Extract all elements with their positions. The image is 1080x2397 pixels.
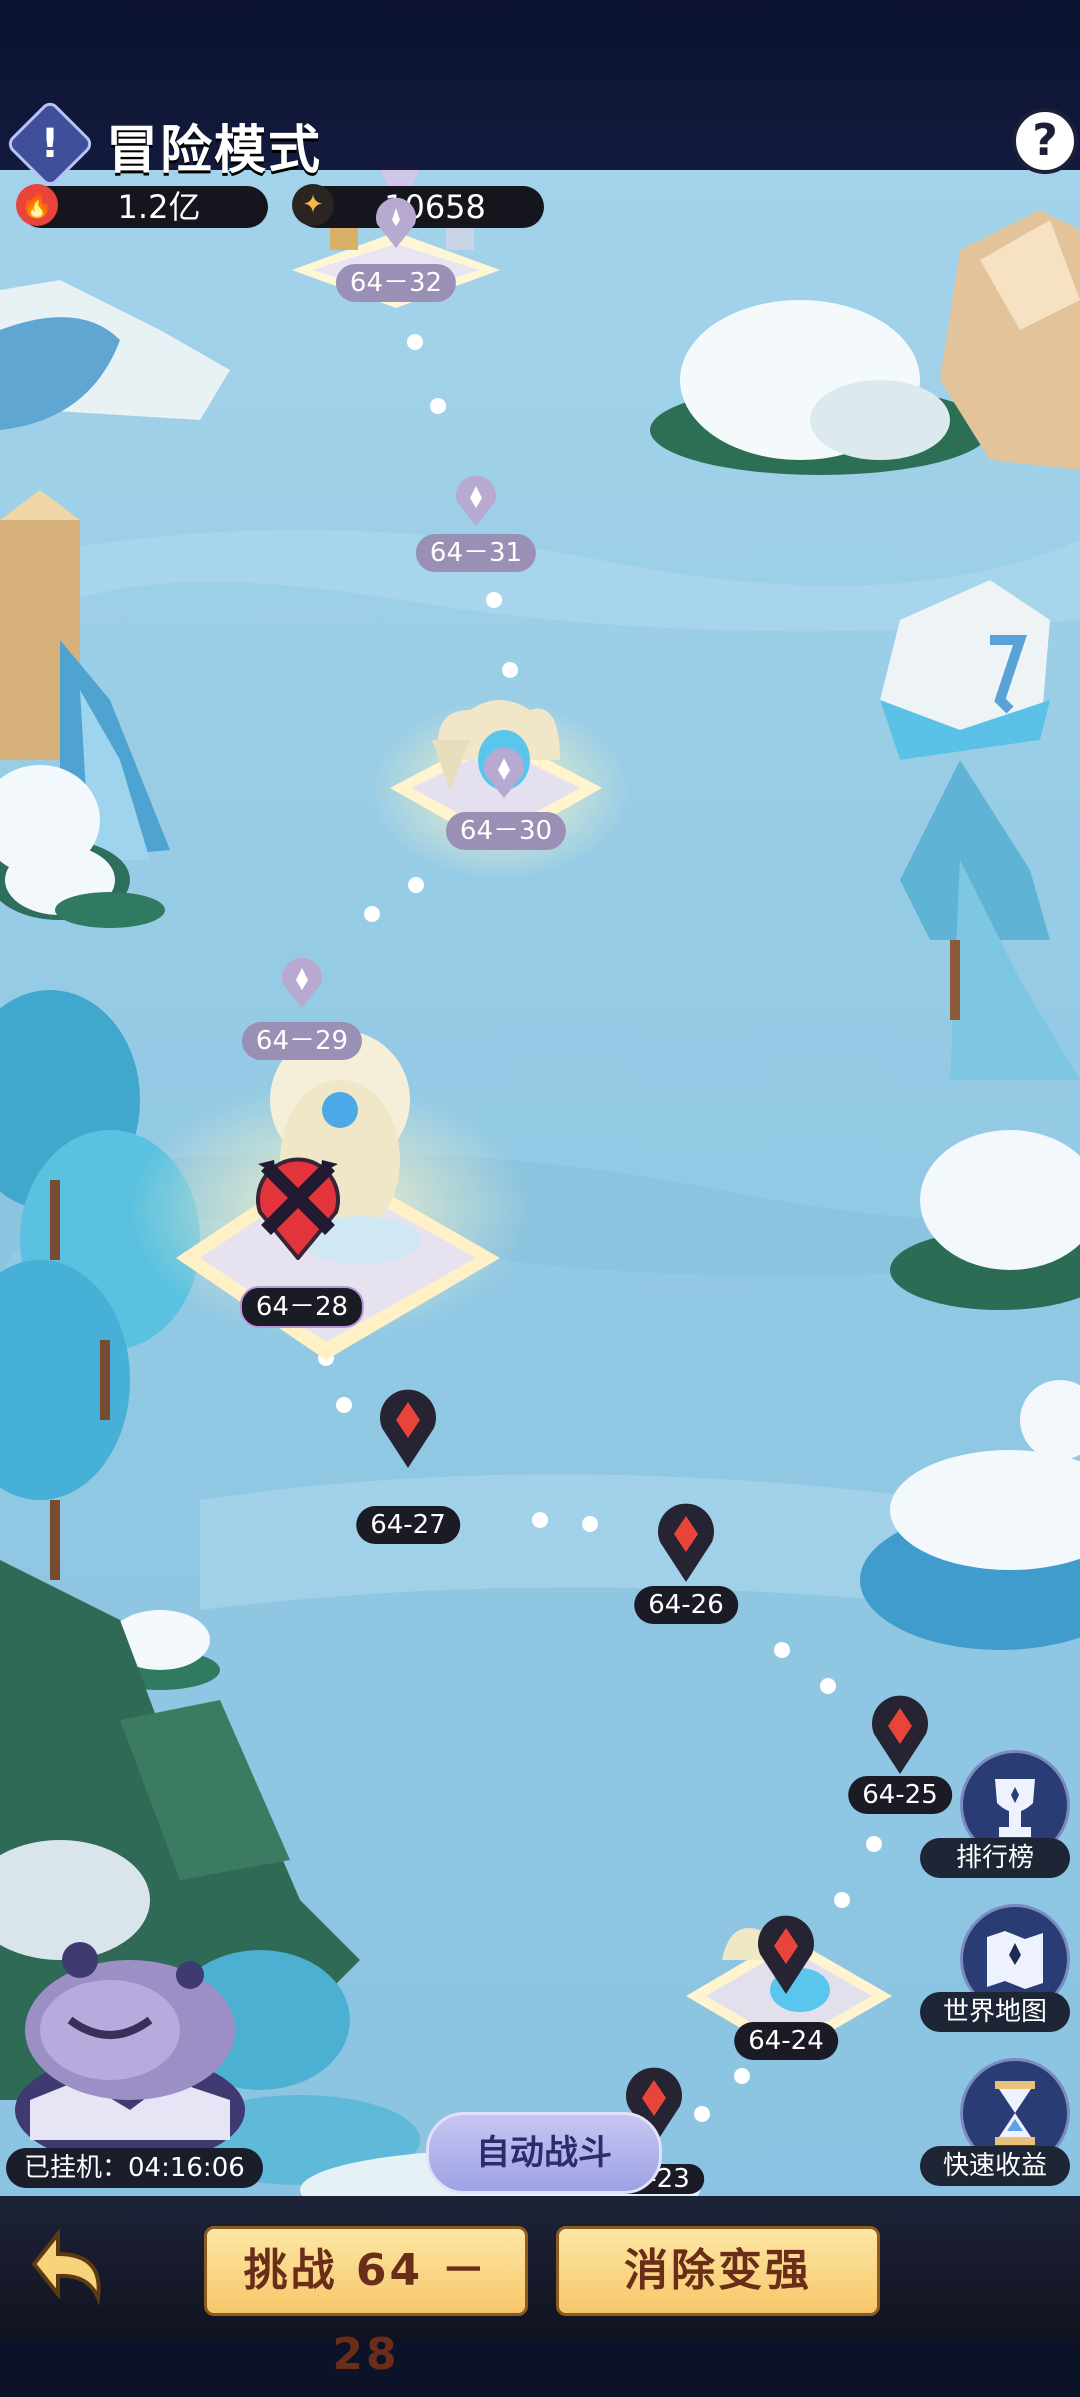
resource-power: 🔥 1.2亿: [16, 184, 268, 228]
stage-pin-locked[interactable]: [449, 474, 503, 528]
stage-label-64-29[interactable]: 64－29: [241, 1022, 363, 1060]
stage-label-64-25[interactable]: 64-25: [848, 1776, 952, 1814]
bottom-bar: [0, 2196, 1080, 2340]
help-button[interactable]: ?: [1012, 108, 1078, 174]
ranking-label: 排行榜: [920, 1838, 1070, 1878]
upgrade-button[interactable]: 消除变强: [556, 2226, 880, 2316]
stage-pin-locked[interactable]: [369, 196, 423, 250]
star-crystal-icon: ✦: [292, 184, 334, 226]
stage-pin-cleared[interactable]: [754, 1912, 818, 1996]
stage-label-64-28[interactable]: 64－28: [239, 1286, 365, 1328]
stage-label-64-31[interactable]: 64－31: [415, 534, 537, 572]
stage-pin-cleared[interactable]: [868, 1692, 932, 1776]
afk-timer: 已挂机：04:16:06: [6, 2148, 263, 2188]
auto-battle-button[interactable]: 自动战斗: [426, 2112, 662, 2194]
world-map-label: 世界地图: [920, 1992, 1070, 2032]
quick-income-label: 快速收益: [920, 2146, 1070, 2186]
stage-label-64-27[interactable]: 64-27: [356, 1506, 460, 1544]
crossed-swords-icon[interactable]: [248, 1150, 348, 1260]
flame-icon: 🔥: [16, 184, 58, 226]
back-icon[interactable]: [28, 2224, 114, 2310]
info-icon: !: [40, 121, 60, 167]
page-title: 冒险模式: [106, 121, 323, 181]
stage-pin-locked[interactable]: [275, 956, 329, 1010]
stage-label-64-24[interactable]: 64-24: [734, 2022, 838, 2060]
stage-label-64-32[interactable]: 64－32: [335, 264, 457, 302]
map-background: [0, 170, 1080, 2230]
stage-label-64-30[interactable]: 64－30: [445, 812, 567, 850]
challenge-button[interactable]: 挑战 64 － 28: [204, 2226, 528, 2380]
stage-label-64-26[interactable]: 64-26: [634, 1586, 738, 1624]
stage-pin-locked[interactable]: [477, 746, 531, 800]
stage-pin-cleared[interactable]: [376, 1386, 440, 1470]
stage-pin-cleared[interactable]: [654, 1500, 718, 1584]
